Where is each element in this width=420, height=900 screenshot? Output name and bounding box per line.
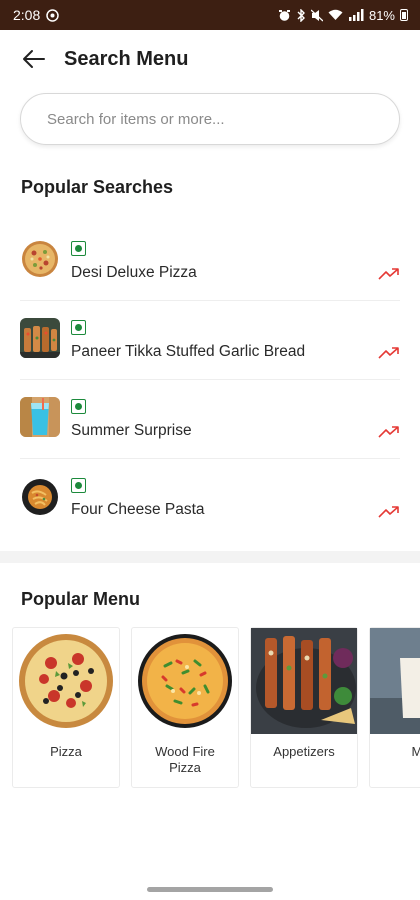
battery-icon: [400, 9, 408, 21]
pizza-thumbnail: [20, 239, 60, 279]
popular-menu-carousel[interactable]: Pizza Wood Fire Pizza Appetizers M: [0, 627, 420, 788]
veg-icon: [71, 319, 86, 335]
trending-up-icon: [378, 347, 399, 359]
section-divider: [0, 551, 420, 563]
status-bar: 2:08 81%: [0, 0, 420, 30]
home-indicator[interactable]: [147, 887, 273, 892]
trending-up-icon: [378, 506, 399, 518]
popular-searches-title: Popular Searches: [21, 177, 174, 197]
vpn-icon: [46, 8, 59, 22]
pasta-thumbnail: [20, 476, 60, 517]
item-text: Summer Surprise: [71, 398, 400, 440]
garlic-bread-thumbnail: [20, 318, 60, 358]
trending-up-icon: [378, 426, 399, 438]
milkshake-image: [370, 628, 420, 734]
item-text: Paneer Tikka Stuffed Garlic Bread: [71, 319, 400, 361]
item-name: Four Cheese Pasta: [71, 501, 205, 518]
signal-icon: [348, 9, 364, 21]
menu-label: Wood Fire Pizza: [155, 744, 215, 775]
item-name: Paneer Tikka Stuffed Garlic Bread: [71, 342, 306, 360]
veg-icon: [71, 398, 86, 414]
pizza-image: [13, 628, 119, 734]
veg-icon: [71, 478, 86, 493]
search-box[interactable]: [20, 93, 400, 145]
arrow-left-icon[interactable]: [20, 45, 48, 73]
veg-icon: [71, 240, 86, 256]
menu-label: Milk: [411, 744, 420, 759]
trending-up-icon: [378, 268, 399, 280]
popular-searches-list: Desi Deluxe Pizza Paneer Tikka Stuffed G…: [0, 222, 420, 538]
page-title: Search Menu: [64, 47, 189, 70]
mute-icon: [310, 9, 323, 21]
list-item[interactable]: Paneer Tikka Stuffed Garlic Bread: [20, 301, 400, 380]
bluetooth-icon: [297, 8, 305, 22]
menu-card-appetizers[interactable]: Appetizers: [250, 627, 358, 788]
wood-fire-pizza-image: [132, 628, 238, 734]
menu-card-milk[interactable]: Milk: [369, 627, 420, 788]
menu-label: Appetizers: [273, 744, 335, 759]
alarm-icon: [278, 9, 290, 21]
menu-label: Pizza: [50, 744, 82, 759]
wifi-icon: [328, 9, 343, 20]
menu-card-pizza[interactable]: Pizza: [12, 627, 120, 788]
status-right: 81%: [278, 8, 408, 23]
list-item[interactable]: Summer Surprise: [20, 380, 400, 459]
list-item[interactable]: Four Cheese Pasta: [20, 459, 400, 538]
menu-card-wood-fire-pizza[interactable]: Wood Fire Pizza: [131, 627, 239, 788]
header: Search Menu: [0, 31, 420, 87]
item-text: Four Cheese Pasta: [71, 478, 400, 519]
popular-menu-title: Popular Menu: [21, 589, 141, 609]
item-name: Desi Deluxe Pizza: [71, 263, 197, 281]
appetizers-image: [251, 628, 357, 734]
item-name: Summer Surprise: [71, 421, 192, 439]
battery-percent: 81%: [368, 7, 395, 23]
search-input[interactable]: [47, 110, 373, 128]
list-item[interactable]: Desi Deluxe Pizza: [20, 222, 400, 301]
drink-thumbnail: [20, 397, 60, 437]
status-left: 2:08: [13, 7, 59, 23]
item-text: Desi Deluxe Pizza: [71, 240, 400, 282]
status-time: 2:08: [13, 7, 41, 23]
